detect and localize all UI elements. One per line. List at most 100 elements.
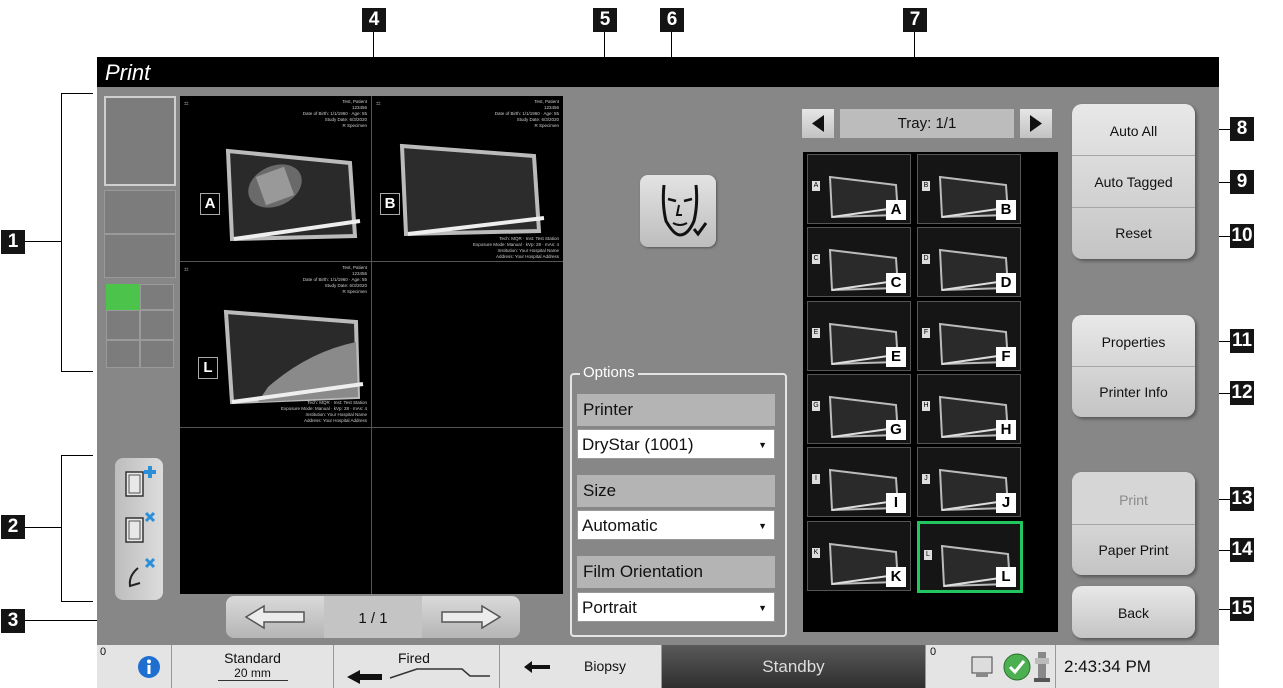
bracket-2	[61, 455, 62, 601]
tile-letter: J	[996, 493, 1016, 514]
page-indicator: 1 / 1	[324, 596, 422, 638]
tile-letter: I	[886, 493, 906, 514]
print-button[interactable]: Print	[1072, 472, 1195, 525]
callout-5: 5	[593, 8, 617, 32]
tile-letter: G	[886, 419, 906, 440]
callout-4: 4	[362, 8, 386, 32]
tray-image-l[interactable]: LL	[917, 520, 1023, 593]
paper-print-button[interactable]: Paper Print	[1072, 525, 1195, 575]
callout-13: 13	[1230, 487, 1254, 511]
preview-image-a[interactable]: ⌗ Test, Patient 123456 Date of Birth: 1/…	[180, 96, 371, 261]
info-status[interactable]: 0	[97, 645, 172, 688]
callout-7: 7	[903, 8, 927, 32]
tray-next-button[interactable]	[1020, 109, 1052, 138]
previous-page-button[interactable]	[226, 596, 324, 638]
tile-small-letter: F	[922, 327, 930, 338]
tile-letter: H	[996, 419, 1016, 440]
tray-image-k[interactable]: KK	[807, 520, 911, 591]
reset-button[interactable]: Reset	[1072, 208, 1195, 259]
corner-mark: ⌗	[184, 99, 189, 108]
callout-10: 10	[1230, 224, 1254, 248]
device-status[interactable]: 0	[926, 645, 1056, 688]
window-title: Print	[97, 57, 1219, 87]
tile-letter: A	[886, 200, 906, 220]
printer-value: DryStar (1001)	[582, 435, 694, 454]
size-select[interactable]: Automatic ▼	[577, 510, 775, 540]
remove-film-icon	[125, 511, 156, 543]
auto-panel: Auto All Auto Tagged Reset	[1072, 104, 1195, 259]
size-value: Automatic	[582, 516, 658, 535]
back-button[interactable]: Back	[1072, 586, 1195, 638]
tile-letter: K	[886, 566, 906, 587]
clock: 2:43:34 PM	[1056, 645, 1219, 688]
patient-face-button[interactable]	[640, 175, 716, 247]
arrow-left-icon	[244, 604, 305, 630]
callout-8: 8	[1230, 117, 1254, 141]
tile-letter: B	[996, 200, 1016, 220]
workstation-icon	[971, 656, 993, 677]
printer-select[interactable]: DryStar (1001) ▼	[577, 429, 775, 459]
triangle-left-icon	[812, 115, 824, 132]
corner-mark: ⌗	[184, 265, 189, 274]
tile-small-letter: C	[812, 254, 820, 265]
alarm-count: 0	[100, 646, 107, 658]
next-page-button[interactable]	[422, 596, 520, 638]
page-nav: 1 / 1	[226, 596, 520, 638]
tray-prev-button[interactable]	[802, 109, 834, 138]
tray-image-i[interactable]: II	[807, 447, 911, 518]
bracket-1-stub	[25, 241, 61, 242]
printer-info-button[interactable]: Printer Info	[1072, 367, 1195, 417]
printer-label: Printer	[577, 394, 775, 426]
tray-image-f[interactable]: FF	[917, 300, 1021, 371]
auto-all-button[interactable]: Auto All	[1072, 104, 1195, 156]
patient-text: Test, Patient 123456 Date of Birth: 1/1/…	[302, 265, 367, 294]
callout-9: 9	[1230, 170, 1254, 194]
face-check-icon	[661, 184, 708, 237]
layout-4-up[interactable]	[104, 282, 176, 370]
layout-cell	[104, 234, 176, 278]
layout-2-up[interactable]	[104, 190, 176, 278]
tech-footer: Tech: MQR · Inst: Test Station Exposure …	[280, 400, 367, 423]
film-preview[interactable]: ⌗ Test, Patient 123456 Date of Birth: 1/…	[180, 96, 563, 594]
auto-tagged-button[interactable]: Auto Tagged	[1072, 156, 1195, 208]
layout-cell	[106, 284, 140, 310]
add-film-icon	[125, 466, 156, 497]
callout-11: 11	[1230, 329, 1254, 353]
options-legend: Options	[580, 364, 638, 382]
callout-2: 2	[1, 515, 25, 539]
exposure-state: Fired	[398, 650, 430, 666]
tray-image-d[interactable]: DD	[917, 227, 1021, 298]
preview-image-l[interactable]: ⌗ Test, Patient 123456 Date of Birth: 1/…	[180, 262, 371, 427]
orientation-label: Film Orientation	[577, 556, 775, 588]
orientation-select[interactable]: Portrait ▼	[577, 592, 775, 622]
bracket-2-stub	[25, 527, 61, 528]
layout-cell	[140, 310, 174, 340]
tray-image-c[interactable]: CC	[807, 227, 911, 298]
dropdown-arrow-icon: ▼	[758, 440, 767, 450]
compression-mode: Standard	[224, 650, 281, 666]
size-label: Size	[577, 475, 775, 507]
system-state: Standby	[662, 645, 926, 688]
remove-image-button[interactable]	[119, 554, 159, 596]
exposure-status: Fired	[334, 645, 500, 688]
remove-image-icon	[128, 557, 156, 588]
tile-letter: C	[886, 273, 906, 294]
tray-image-g[interactable]: GG	[807, 373, 911, 444]
layout-1-up[interactable]	[104, 96, 176, 186]
remove-film-button[interactable]	[119, 508, 159, 550]
tray-image-a[interactable]: AA	[807, 154, 911, 224]
tray-image-b[interactable]: BB	[917, 154, 1021, 224]
tray-image-h[interactable]: HH	[917, 373, 1021, 444]
printer-panel: Properties Printer Info	[1072, 315, 1195, 417]
tray-image-e[interactable]: EE	[807, 300, 911, 371]
add-film-button[interactable]	[119, 462, 159, 504]
tile-letter: E	[886, 346, 906, 367]
arrow-right-icon	[441, 604, 502, 630]
specimen-image	[399, 143, 545, 237]
tray-image-j[interactable]: JJ	[917, 447, 1021, 518]
bracket-1	[61, 93, 62, 371]
gantry-icon	[1034, 652, 1050, 682]
preview-image-b[interactable]: ⌗ Test, Patient 123456 Date of Birth: 1/…	[372, 96, 563, 261]
callout-12: 12	[1230, 381, 1254, 405]
properties-button[interactable]: Properties	[1072, 315, 1195, 367]
